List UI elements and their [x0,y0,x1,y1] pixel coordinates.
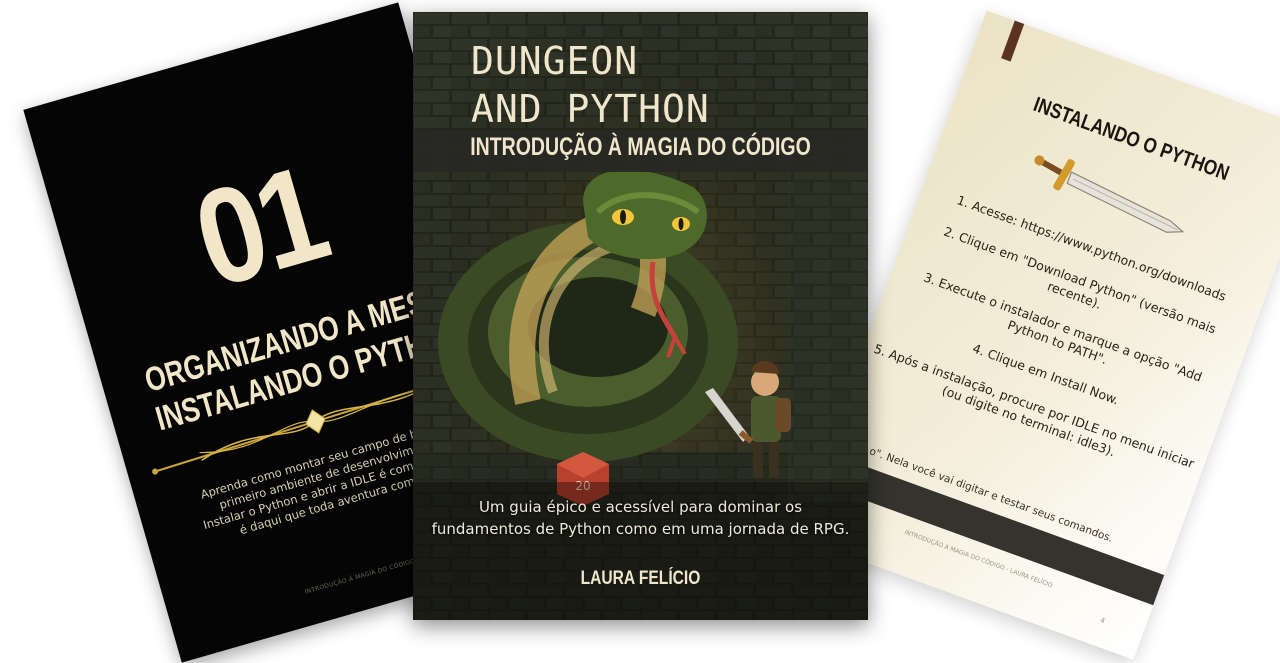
book-cover: 20 DUNGEON AND PYTHON INTRODUÇÃO À MAGIA… [413,12,868,620]
tagline-line-1: Um guia épico e acessível para dominar o… [478,498,803,516]
tagline-line-2: fundamentos de Python como em uma jornad… [431,520,850,538]
book-title-line-1: DUNGEON [471,39,639,83]
book-subtitle: INTRODUÇÃO À MAGIA DO CÓDIGO [470,133,811,161]
page-accent-bar [1001,10,1032,62]
book-tagline: Um guia épico e acessível para dominar o… [413,496,868,540]
book-title-line-2: AND PYTHON [471,87,710,131]
book-title: DUNGEON AND PYTHON [471,37,710,133]
book-author: LAURA FELÍCIO [580,568,701,589]
page-number: 4 [1099,616,1107,626]
install-steps: 1. Acesse: https://www.python.org/downlo… [860,183,1254,504]
